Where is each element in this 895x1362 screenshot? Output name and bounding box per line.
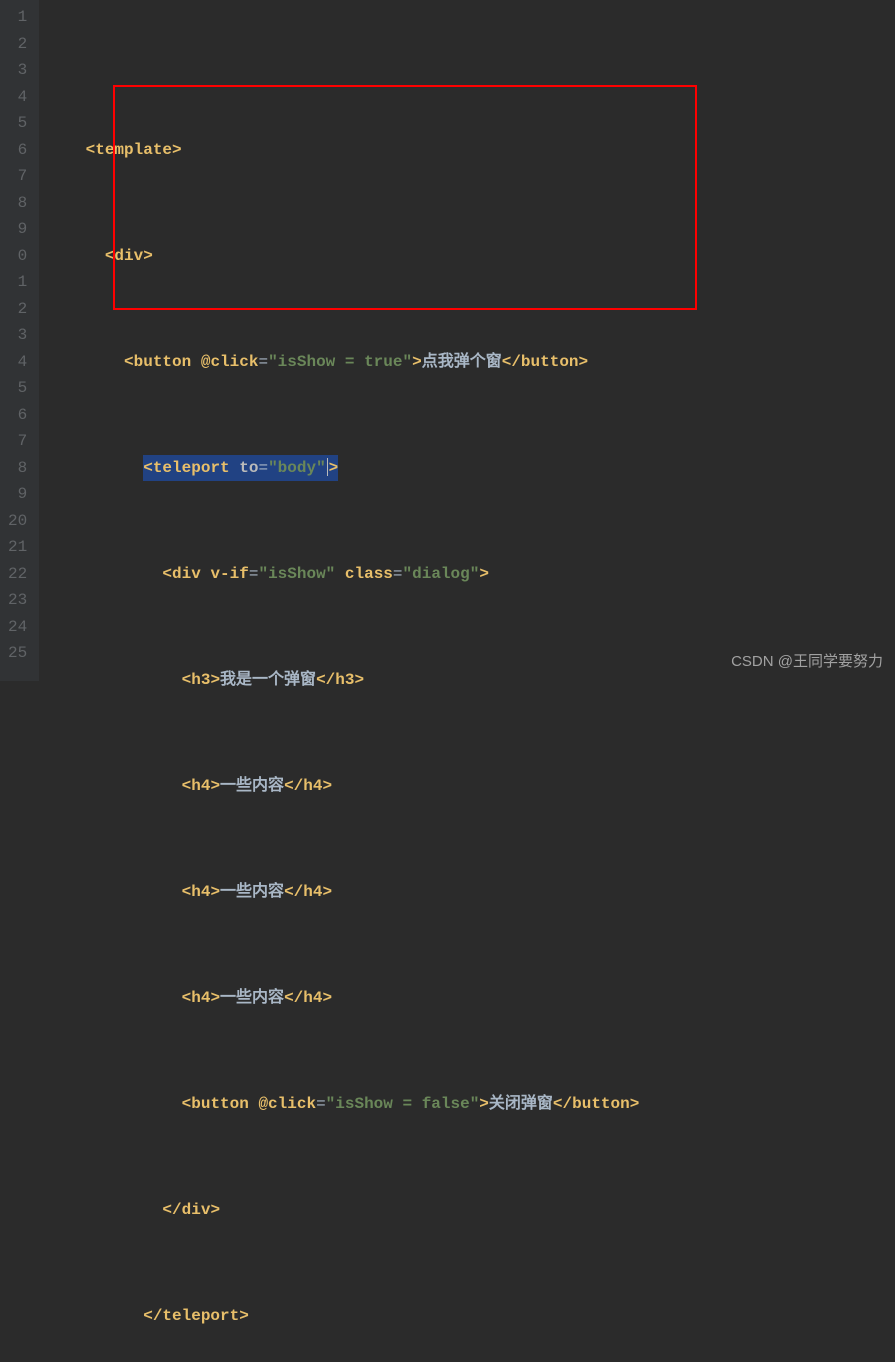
line-number: 6: [8, 137, 27, 164]
line-number: 8: [8, 190, 27, 217]
text-cursor: [327, 458, 328, 476]
line-number: 24: [8, 614, 27, 641]
code-line-highlighted: <teleport to="body">: [47, 455, 895, 482]
line-number: 20: [8, 508, 27, 535]
code-area[interactable]: <template> <div> <button @click="isShow …: [39, 0, 895, 681]
line-number: 5: [8, 110, 27, 137]
code-line: <button @click="isShow = false">关闭弹窗</bu…: [47, 1091, 895, 1118]
line-number: 3: [8, 322, 27, 349]
code-line: <h4>一些内容</h4>: [47, 879, 895, 906]
line-number: 23: [8, 587, 27, 614]
line-number: 1: [8, 269, 27, 296]
line-number-gutter: 1 2 3 4 5 6 7 8 9 0 1 2 3 4 5 6 7 8 9 20…: [0, 0, 39, 681]
line-number: 7: [8, 428, 27, 455]
line-number: 22: [8, 561, 27, 588]
code-line: <button @click="isShow = true">点我弹个窗</bu…: [47, 349, 895, 376]
line-number: 4: [8, 349, 27, 376]
line-number: 25: [8, 640, 27, 667]
line-number: 0: [8, 243, 27, 270]
code-line: <h4>一些内容</h4>: [47, 773, 895, 800]
line-number: 1: [8, 4, 27, 31]
line-number: 9: [8, 481, 27, 508]
line-number: 6: [8, 402, 27, 429]
line-number: 2: [8, 31, 27, 58]
code-line: </div>: [47, 1197, 895, 1224]
line-number: 7: [8, 163, 27, 190]
code-editor: 1 2 3 4 5 6 7 8 9 0 1 2 3 4 5 6 7 8 9 20…: [0, 0, 895, 681]
code-line: <div>: [47, 243, 895, 270]
highlight-box: [113, 85, 697, 310]
code-line: <div v-if="isShow" class="dialog">: [47, 561, 895, 588]
code-line: </teleport>: [47, 1303, 895, 1330]
line-number: 5: [8, 375, 27, 402]
line-number: 2: [8, 296, 27, 323]
watermark-text: CSDN @王同学要努力: [731, 649, 883, 676]
line-number: 3: [8, 57, 27, 84]
code-line: <template>: [47, 137, 895, 164]
line-number: 21: [8, 534, 27, 561]
line-number: 4: [8, 84, 27, 111]
code-line: <h4>一些内容</h4>: [47, 985, 895, 1012]
line-number: 8: [8, 455, 27, 482]
line-number: 9: [8, 216, 27, 243]
